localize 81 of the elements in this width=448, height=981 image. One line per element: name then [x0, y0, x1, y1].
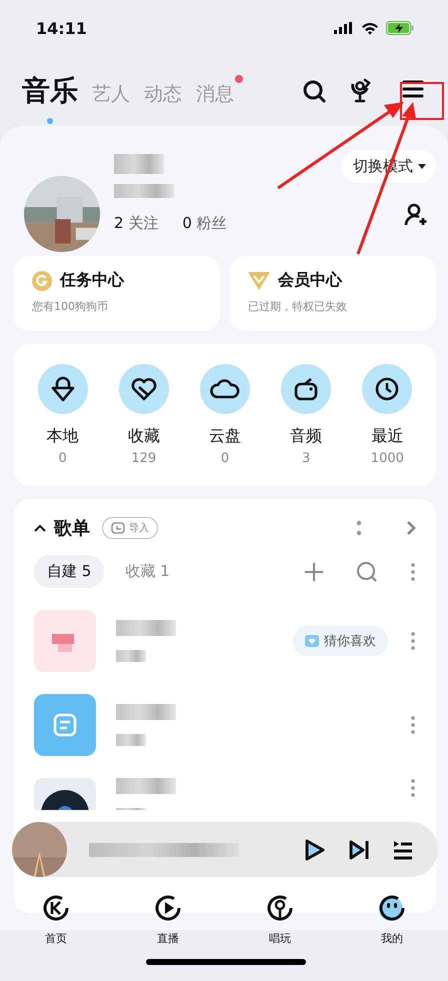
nav-label: 我的 — [381, 931, 403, 946]
playlist-row[interactable]: 猜你喜欢 — [34, 610, 416, 672]
nav-label: 唱玩 — [269, 931, 291, 946]
shortcut-label: 音频 — [290, 426, 322, 447]
nav-icon — [153, 893, 183, 923]
nav-icon — [265, 893, 295, 923]
blurred-name — [114, 154, 164, 174]
coin-icon — [32, 270, 52, 290]
more-icon[interactable] — [410, 631, 416, 651]
import-button[interactable]: 导入 — [102, 517, 158, 539]
feature-card[interactable]: 任务中心 您有100狗狗币 — [14, 256, 220, 331]
card-title: 任务中心 — [60, 270, 124, 291]
shortcut-count: 0 — [220, 451, 230, 466]
chevron-right-icon[interactable] — [406, 520, 416, 536]
add-friend-icon[interactable] — [404, 203, 428, 227]
shortcut-count: 3 — [302, 451, 310, 466]
more-icon[interactable] — [410, 715, 416, 735]
clock-icon — [373, 375, 402, 403]
section-title: 歌单 — [54, 517, 90, 540]
following-count[interactable]: 2 关注 — [114, 214, 158, 233]
playlist-cover — [34, 610, 96, 672]
diamond-icon — [248, 272, 270, 290]
blurred-text — [116, 620, 176, 636]
playlist-tab[interactable]: 收藏 1 — [112, 555, 183, 588]
playlist-cover — [34, 694, 96, 756]
feature-card[interactable]: 会员中心 已过期，特权已失效 — [230, 256, 436, 331]
heart-icon — [130, 375, 158, 403]
shortcut-item[interactable]: 最近 1000 — [357, 344, 418, 486]
more-icon[interactable] — [410, 562, 416, 582]
status-time: 14:11 — [36, 18, 87, 38]
header-tab[interactable]: 音乐 — [22, 74, 78, 107]
more-icon[interactable] — [356, 519, 362, 537]
shortcut-item[interactable]: 本地 0 — [32, 344, 93, 486]
recommend-tag[interactable]: 猜你喜欢 — [293, 626, 388, 656]
radio-icon — [292, 375, 320, 403]
shortcut-label: 收藏 — [128, 426, 160, 447]
nav-tab[interactable]: 直播 — [138, 893, 198, 946]
highlight-frame — [400, 82, 444, 120]
play-icon[interactable] — [304, 838, 326, 862]
nav-label: 直播 — [157, 931, 179, 946]
caret-icon — [418, 164, 426, 170]
playlist-tab[interactable]: 自建 5 — [34, 555, 104, 588]
shortcut-count: 1000 — [370, 451, 404, 466]
shortcut-item[interactable]: 音频 3 — [276, 344, 336, 486]
menu-icon[interactable] — [402, 79, 424, 99]
card-subtitle: 您有100狗狗币 — [32, 299, 109, 314]
collapse-icon[interactable] — [34, 524, 46, 532]
blurred-text — [116, 650, 146, 662]
shortcut-count: 129 — [131, 451, 156, 466]
add-icon[interactable] — [304, 562, 324, 582]
shortcut-label: 最近 — [371, 426, 404, 447]
nav-label: 首页 — [45, 931, 67, 946]
blurred-text — [116, 734, 146, 746]
microphone-icon[interactable] — [348, 78, 372, 104]
shortcut-count: 0 — [58, 451, 67, 466]
nav-tab[interactable]: 我的 — [362, 893, 422, 946]
blurred-text — [114, 184, 174, 198]
wifi-icon — [361, 22, 379, 34]
nav-icon — [41, 893, 71, 923]
queue-icon[interactable] — [392, 840, 414, 860]
mini-player[interactable] — [12, 822, 438, 877]
nav-icon — [377, 893, 407, 923]
selected-indicator — [47, 118, 53, 124]
card-subtitle: 已过期，特权已失效 — [248, 299, 348, 314]
nav-tab[interactable]: 首页 — [26, 893, 86, 946]
nav-tab[interactable]: 唱玩 — [250, 893, 310, 946]
download-icon — [48, 375, 77, 403]
battery-icon — [386, 21, 414, 35]
card-title: 会员中心 — [278, 270, 342, 291]
shortcut-label: 本地 — [46, 426, 79, 447]
shortcut-item[interactable]: 云盘 0 — [194, 344, 255, 486]
next-icon[interactable] — [348, 838, 370, 860]
signal-icon — [334, 22, 354, 34]
shortcut-item[interactable]: 收藏 129 — [114, 344, 174, 486]
shortcut-label: 云盘 — [208, 426, 241, 447]
blurred-text — [116, 778, 176, 794]
followers-count[interactable]: 0 粉丝 — [182, 214, 227, 233]
more-icon[interactable] — [410, 778, 416, 798]
blurred-text — [116, 704, 176, 720]
search-icon[interactable] — [302, 79, 326, 103]
import-icon — [111, 522, 125, 534]
